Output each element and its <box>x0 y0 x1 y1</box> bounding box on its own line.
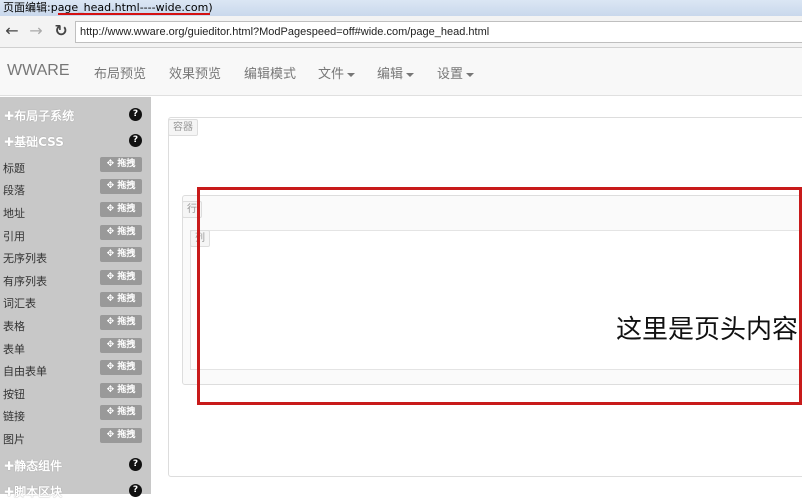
sidebar-section-basic-css[interactable]: ✚基础CSS ? <box>0 128 151 154</box>
component-sidebar: ✚布局子系统 ? ✚基础CSS ? 标题 ✥ 拖拽 段落 ✥ 拖拽 地址 ✥ 拖拽 引… <box>0 97 151 499</box>
drag-button[interactable]: ✥ 拖拽 <box>100 247 142 262</box>
nav-label: 设置 <box>437 67 464 82</box>
drag-button[interactable]: ✥ 拖拽 <box>100 338 142 353</box>
sidebar-item-free-form: 自由表单 ✥ 拖拽 <box>0 359 151 381</box>
caret-down-icon <box>406 72 415 77</box>
item-label: 链接 <box>3 410 25 423</box>
item-label: 地址 <box>3 207 25 220</box>
drag-button[interactable]: ✥ 拖拽 <box>100 270 142 285</box>
container-tag[interactable]: 容器 <box>168 119 198 136</box>
app-navbar: WWARE 布局预览 效果预览 编辑模式 文件 编辑 设置 <box>0 48 802 96</box>
drag-button[interactable]: ✥ 拖拽 <box>100 360 142 375</box>
drag-button[interactable]: ✥ 拖拽 <box>100 157 142 172</box>
reload-icon[interactable]: ↻ <box>52 22 70 40</box>
drag-label: 拖拽 <box>117 317 136 327</box>
drag-button[interactable]: ✥ 拖拽 <box>100 428 142 443</box>
help-icon[interactable]: ? <box>129 484 142 497</box>
back-arrow-icon[interactable]: ← <box>3 22 21 40</box>
section-title: ✚布局子系统 <box>4 109 75 123</box>
sidebar-item-table: 表格 ✥ 拖拽 <box>0 314 151 336</box>
section-title-text: 脚本区块 <box>14 485 63 499</box>
section-title: ✚基础CSS <box>4 135 64 149</box>
sidebar-item-glossary: 词汇表 ✥ 拖拽 <box>0 291 151 313</box>
help-icon[interactable]: ? <box>129 134 142 147</box>
nav-edit-menu[interactable]: 编辑 <box>377 63 415 82</box>
sidebar-item-image: 图片 ✥ 拖拽 <box>0 427 151 449</box>
window-titlebar: 页面编辑:page_head.html----wide.com) <box>0 0 802 16</box>
item-label: 表单 <box>3 343 25 356</box>
sidebar-item-quote: 引用 ✥ 拖拽 <box>0 224 151 246</box>
sidebar-section-static-components[interactable]: ✚静态组件 ? <box>0 452 151 478</box>
sidebar-item-form: 表单 ✥ 拖拽 <box>0 337 151 359</box>
nav-layout-preview[interactable]: 布局预览 <box>94 63 146 82</box>
drag-label: 拖拽 <box>117 407 136 417</box>
sidebar-item-unordered-list: 无序列表 ✥ 拖拽 <box>0 246 151 268</box>
nav-label: 编辑模式 <box>244 67 297 82</box>
sidebar-item-button: 按钮 ✥ 拖拽 <box>0 382 151 404</box>
drag-label: 拖拽 <box>117 294 136 304</box>
section-title-text: 静态组件 <box>14 459 63 473</box>
item-label: 词汇表 <box>3 297 36 310</box>
drag-button[interactable]: ✥ 拖拽 <box>100 405 142 420</box>
section-title: ✚静态组件 <box>4 459 63 473</box>
nav-settings-menu[interactable]: 设置 <box>437 63 475 82</box>
help-icon[interactable]: ? <box>129 458 142 471</box>
nav-label: 编辑 <box>377 67 404 82</box>
nav-label: 布局预览 <box>94 67 147 82</box>
sidebar-item-heading: 标题 ✥ 拖拽 <box>0 156 151 178</box>
caret-down-icon <box>347 72 356 77</box>
drag-button[interactable]: ✥ 拖拽 <box>100 202 142 217</box>
item-label: 有序列表 <box>3 275 47 288</box>
item-label: 引用 <box>3 230 25 243</box>
drag-button[interactable]: ✥ 拖拽 <box>100 292 142 307</box>
item-label: 无序列表 <box>3 252 47 265</box>
item-label: 按钮 <box>3 388 25 401</box>
sidebar-item-ordered-list: 有序列表 ✥ 拖拽 <box>0 269 151 291</box>
nav-label: 效果预览 <box>169 67 222 82</box>
drag-button[interactable]: ✥ 拖拽 <box>100 383 142 398</box>
sidebar-item-link: 链接 ✥ 拖拽 <box>0 404 151 426</box>
highlight-annotation-box <box>197 187 802 405</box>
section-title-text: 基础CSS <box>14 135 64 149</box>
item-label: 图片 <box>3 433 25 446</box>
caret-down-icon <box>466 72 475 77</box>
drag-label: 拖拽 <box>117 362 136 372</box>
address-input[interactable]: http://www.wware.org/guieditor.html?ModP… <box>75 21 802 43</box>
drag-label: 拖拽 <box>117 272 136 282</box>
drag-label: 拖拽 <box>117 204 136 214</box>
drag-label: 拖拽 <box>117 430 136 440</box>
forward-arrow-icon[interactable]: → <box>27 22 45 40</box>
nav-effect-preview[interactable]: 效果预览 <box>169 63 221 82</box>
drag-button[interactable]: ✥ 拖拽 <box>100 225 142 240</box>
sidebar-item-paragraph: 段落 ✥ 拖拽 <box>0 178 151 200</box>
section-title-text: 布局子系统 <box>14 109 75 123</box>
brand-logo[interactable]: WWARE <box>7 62 70 80</box>
item-label: 标题 <box>3 162 25 175</box>
nav-label: 文件 <box>318 67 345 82</box>
drag-button[interactable]: ✥ 拖拽 <box>100 315 142 330</box>
sidebar-section-layout[interactable]: ✚布局子系统 ? <box>0 102 151 128</box>
drag-label: 拖拽 <box>117 181 136 191</box>
section-title: ✚脚本区块 <box>4 485 63 499</box>
sidebar-section-script-blocks[interactable]: ✚脚本区块 ? <box>0 478 151 504</box>
sidebar-item-address: 地址 ✥ 拖拽 <box>0 201 151 223</box>
nav-edit-mode[interactable]: 编辑模式 <box>244 63 296 82</box>
drag-label: 拖拽 <box>117 227 136 237</box>
browser-toolbar: ← → ↻ http://www.wware.org/guieditor.htm… <box>0 16 802 48</box>
drag-button[interactable]: ✥ 拖拽 <box>100 179 142 194</box>
item-label: 段落 <box>3 184 25 197</box>
help-icon[interactable]: ? <box>129 108 142 121</box>
item-label: 表格 <box>3 320 25 333</box>
drag-label: 拖拽 <box>117 340 136 350</box>
title-underline-annotation <box>58 13 210 15</box>
drag-label: 拖拽 <box>117 385 136 395</box>
drag-label: 拖拽 <box>117 159 136 169</box>
drag-label: 拖拽 <box>117 249 136 259</box>
nav-file-menu[interactable]: 文件 <box>318 63 356 82</box>
item-label: 自由表单 <box>3 365 47 378</box>
